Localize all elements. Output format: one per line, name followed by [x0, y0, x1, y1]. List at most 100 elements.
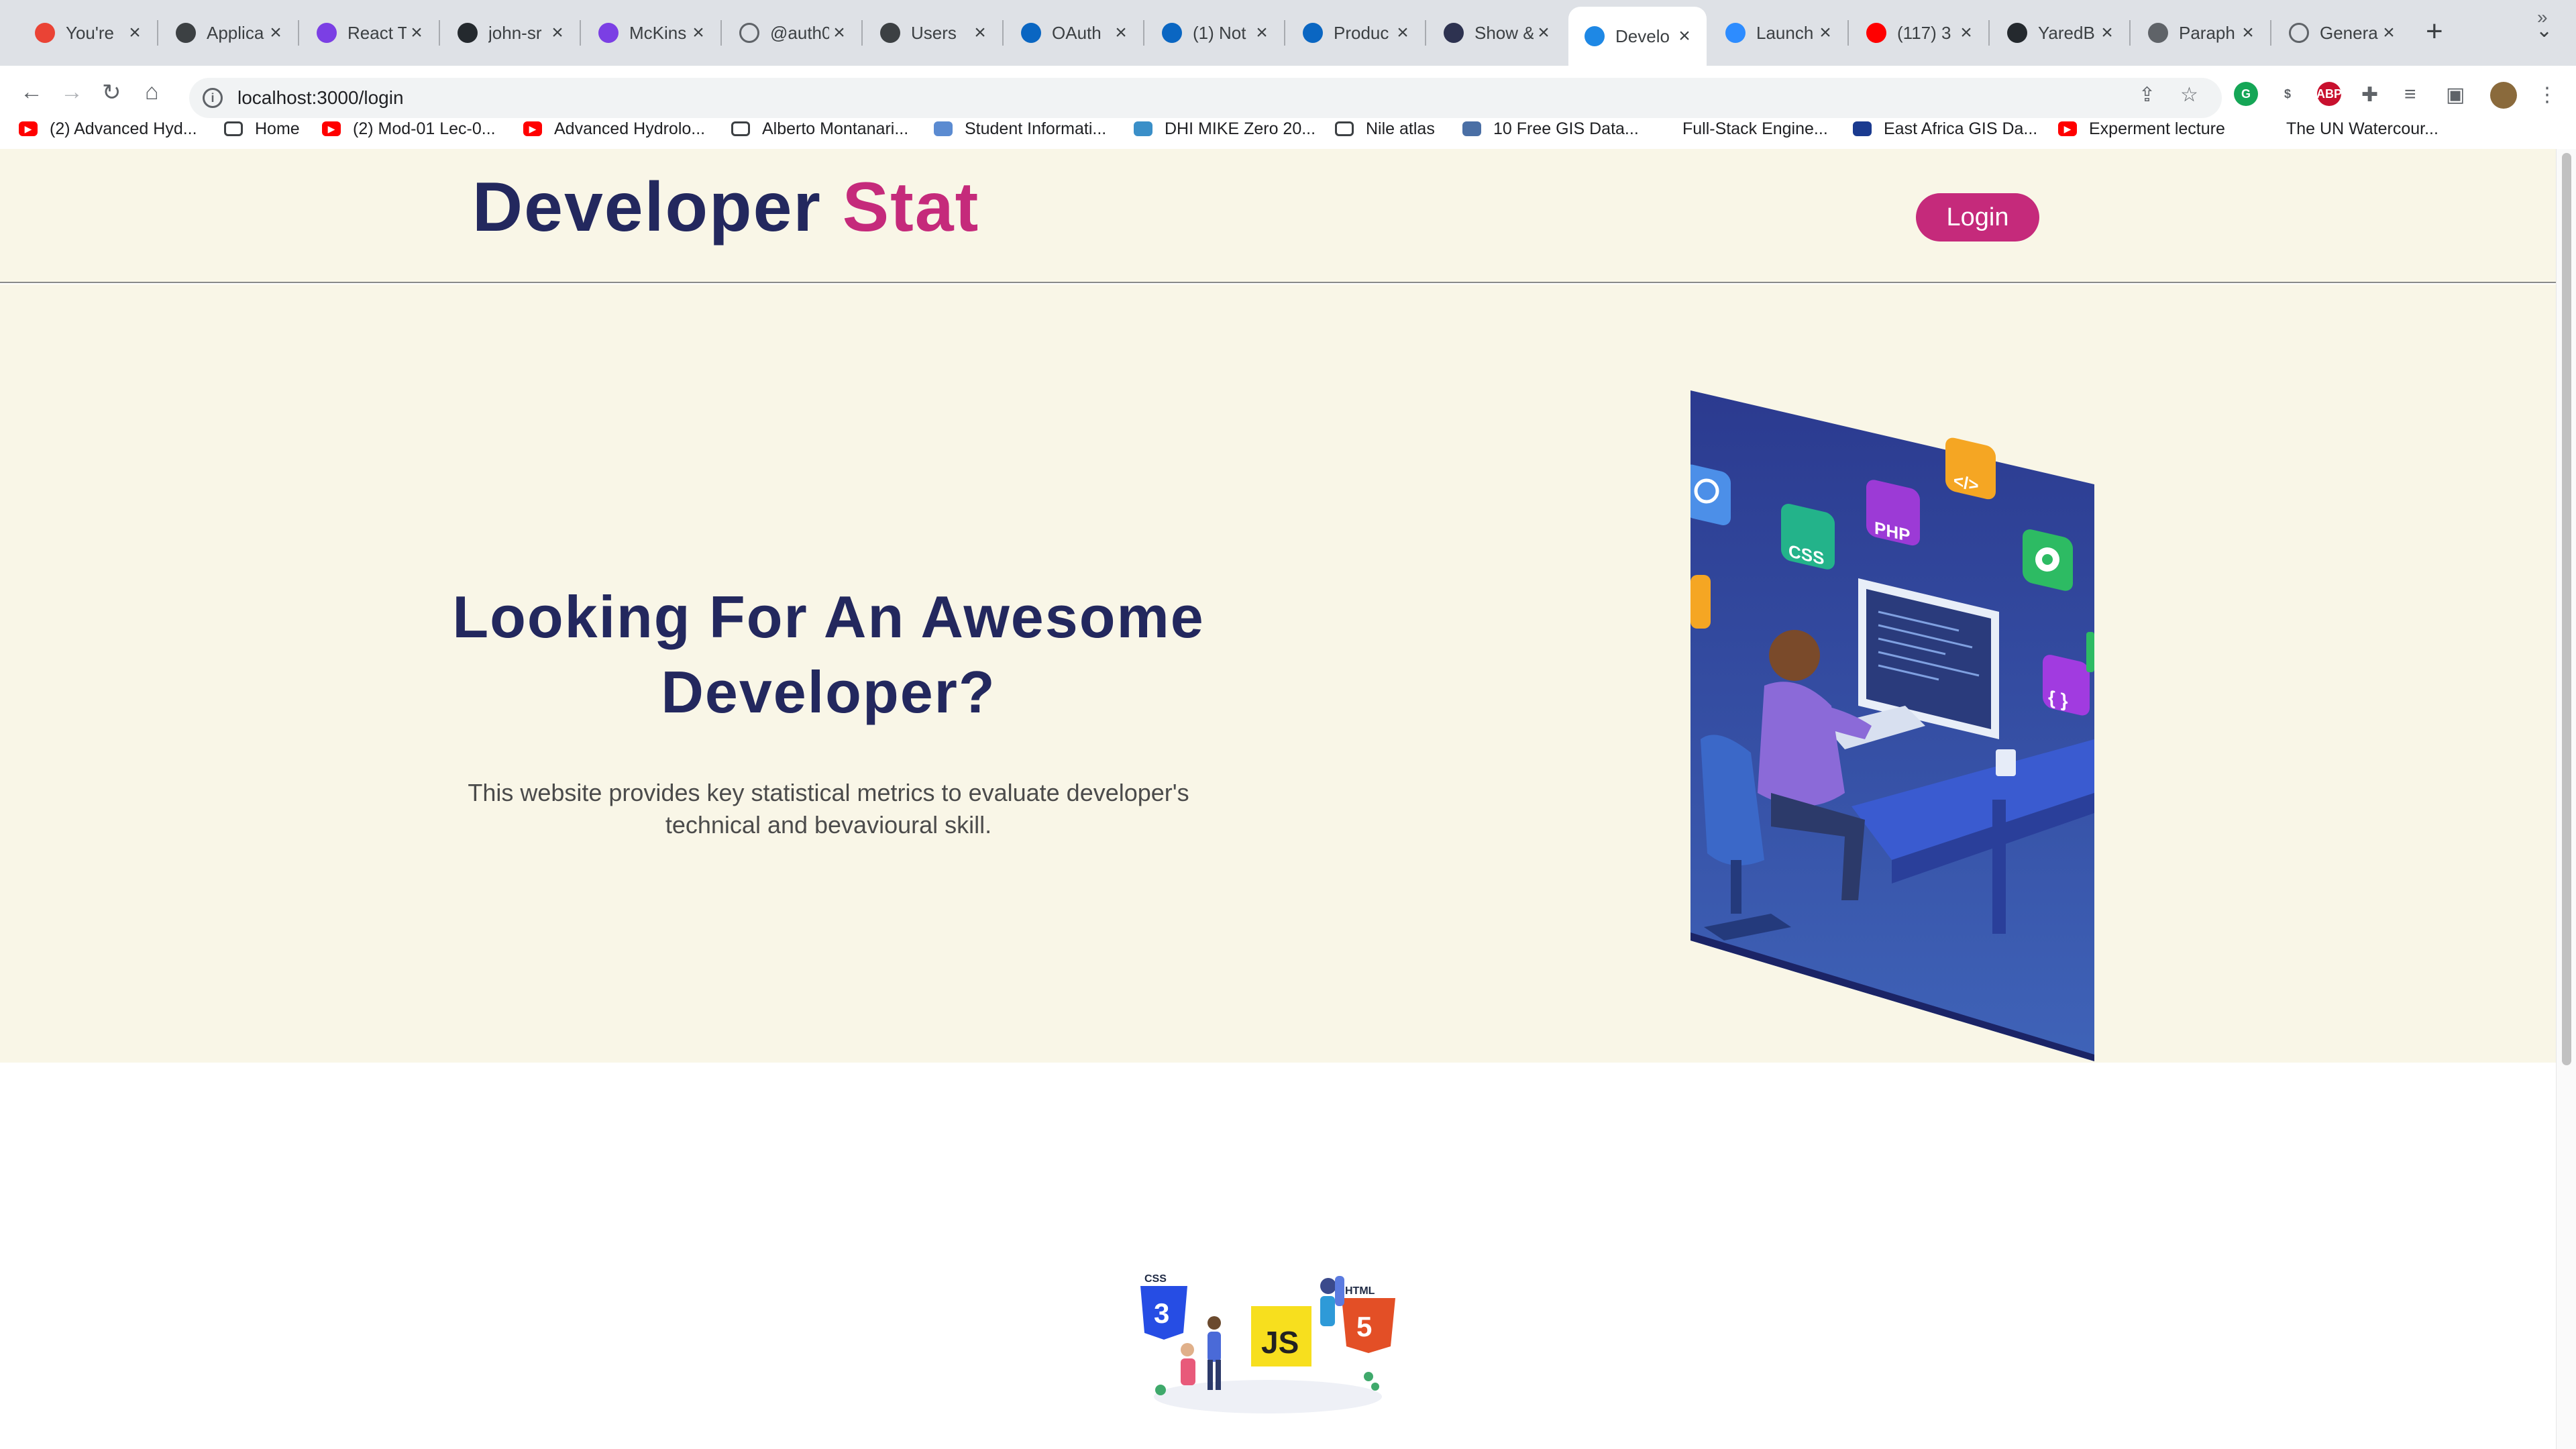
dollar-extension-icon[interactable]: $ [2275, 82, 2300, 106]
browser-tab[interactable]: YaredB × [1991, 8, 2129, 58]
close-icon[interactable]: × [125, 21, 145, 44]
tab-separator [1002, 20, 1004, 46]
partial-icon-tile [1690, 575, 1711, 629]
browser-tab[interactable]: You're × [19, 8, 157, 58]
close-icon[interactable]: × [688, 21, 708, 44]
browser-tab[interactable]: Show & × [1428, 8, 1566, 58]
scrollbar-thumb[interactable] [2562, 153, 2571, 1065]
tab-title: You're [66, 22, 114, 43]
browser-tab[interactable]: (117) 3 × [1850, 8, 1988, 58]
reload-icon[interactable]: ↻ [102, 79, 121, 106]
tab-separator [580, 20, 581, 46]
browser-menu-icon[interactable]: ⋮ [2537, 83, 2557, 107]
bookmark-label: DHI MIKE Zero 20... [1165, 119, 1316, 138]
bookmark-item[interactable]: ▶ (2) Mod-01 Lec-0... [322, 114, 496, 144]
bookmark-item[interactable]: Nile atlas [1335, 114, 1435, 144]
tab-title: Applica [207, 22, 264, 43]
page-scrollbar[interactable] [2556, 149, 2576, 1449]
close-icon[interactable]: × [266, 21, 286, 44]
reading-list-icon[interactable]: ≡ [2404, 83, 2416, 106]
close-icon[interactable]: × [2097, 21, 2117, 44]
bookmark-item[interactable]: Student Informati... [934, 114, 1106, 144]
close-icon[interactable]: × [1111, 21, 1131, 44]
browser-tab[interactable]: @auth0 × [723, 8, 861, 58]
svg-text:3: 3 [1154, 1297, 1169, 1329]
close-icon[interactable]: × [1534, 21, 1554, 44]
auth0-icon [880, 23, 900, 43]
adblock-extension-icon[interactable]: ABP [2316, 82, 2342, 106]
bookmark-item[interactable]: ▶ Experment lecture [2058, 114, 2225, 144]
close-icon[interactable]: × [970, 21, 990, 44]
close-icon[interactable]: × [1393, 21, 1413, 44]
bookmark-item[interactable]: The UN Watercour... [2255, 114, 2438, 144]
browser-tab[interactable]: Applica × [160, 8, 298, 58]
share-icon[interactable]: ⇪ [2139, 83, 2155, 107]
hero-subtitle: This website provides key statistical me… [468, 779, 1189, 839]
address-url[interactable]: localhost:3000/login [237, 87, 404, 109]
svg-text:5: 5 [1356, 1311, 1372, 1342]
browser-tab[interactable]: Produc × [1287, 8, 1425, 58]
leaf-icon [2255, 121, 2274, 136]
bookmark-item[interactable]: Alberto Montanari... [731, 114, 908, 144]
browser-tab[interactable]: Launch × [1709, 8, 1847, 58]
extensions-puzzle-icon[interactable]: ✚ [2361, 83, 2378, 107]
forward-arrow-icon[interactable]: → [60, 79, 83, 105]
login-button[interactable]: Login [1916, 193, 2039, 241]
side-panel-icon[interactable]: ▣ [2446, 83, 2465, 107]
close-icon[interactable]: × [547, 21, 568, 44]
browser-tab[interactable]: Genera × [2273, 8, 2411, 58]
browser-tab[interactable]: Develo × [1568, 7, 1707, 66]
profile-avatar[interactable] [2490, 82, 2517, 109]
bookmark-label: Full-Stack Engine... [1682, 119, 1828, 138]
brand-text-accent: Stat [842, 168, 980, 246]
new-tab-button[interactable]: + [2426, 15, 2443, 48]
browser-tab[interactable]: Users × [864, 8, 1002, 58]
bookmark-item[interactable]: ▶ Advanced Hydrolo... [523, 114, 705, 144]
close-icon[interactable]: × [829, 21, 849, 44]
braces-icon-tile: { } [2043, 655, 2090, 716]
bookmark-item[interactable]: East Africa GIS Da... [1853, 114, 2037, 144]
tab-separator [157, 20, 158, 46]
bookmark-item[interactable]: Full-Stack Engine... [1652, 114, 1828, 144]
globe-icon [2289, 23, 2309, 43]
gmail-icon [35, 23, 55, 43]
home-icon[interactable]: ⌂ [145, 79, 159, 105]
tab-title: Paraph [2179, 22, 2235, 43]
browser-tab[interactable]: (1) Not × [1146, 8, 1284, 58]
zoom-icon [1725, 23, 1746, 43]
tab-title: john-sr [488, 22, 542, 43]
graphql-icon [598, 23, 619, 43]
react-icon [1585, 26, 1605, 46]
site-info-icon[interactable]: i [203, 88, 223, 108]
document-icon [1652, 121, 1670, 136]
site-header: Developer Stat Login [0, 149, 2556, 283]
quill-icon [2148, 23, 2168, 43]
bookmarks-bar: ▶ (2) Advanced Hyd... Home ▶ (2) Mod-01 Lec-… [0, 110, 2576, 148]
bookmark-item[interactable]: Home [224, 114, 300, 144]
youtube-icon: ▶ [19, 121, 38, 136]
bookmark-label: 10 Free GIS Data... [1493, 119, 1639, 138]
close-icon[interactable]: × [1252, 21, 1272, 44]
close-icon[interactable]: × [2379, 21, 2399, 44]
browser-tab[interactable]: McKins × [582, 8, 720, 58]
close-icon[interactable]: × [407, 21, 427, 44]
back-arrow-icon[interactable]: ← [20, 79, 43, 105]
close-icon[interactable]: × [1956, 21, 1976, 44]
grammarly-extension-icon[interactable]: G [2234, 82, 2258, 106]
tab-title: Genera [2320, 22, 2378, 43]
bookmark-label: (2) Mod-01 Lec-0... [353, 119, 496, 138]
bookmarks-overflow-icon[interactable]: » [2537, 7, 2548, 28]
browser-tab[interactable]: john-sr × [441, 8, 580, 58]
close-icon[interactable]: × [1815, 21, 1835, 44]
browser-tab[interactable]: Paraph × [2132, 8, 2270, 58]
close-icon[interactable]: × [2238, 21, 2258, 44]
browser-tab[interactable]: OAuth × [1005, 8, 1143, 58]
bookmark-item[interactable]: DHI MIKE Zero 20... [1134, 114, 1316, 144]
brand-logo[interactable]: Developer Stat [472, 168, 979, 248]
bookmark-item[interactable]: ▶ (2) Advanced Hyd... [19, 114, 197, 144]
close-icon[interactable]: × [1674, 25, 1695, 48]
bookmark-item[interactable]: 10 Free GIS Data... [1462, 114, 1639, 144]
browser-tab[interactable]: React T × [301, 8, 439, 58]
tab-separator [1284, 20, 1285, 46]
bookmark-star-icon[interactable]: ☆ [2180, 83, 2198, 107]
